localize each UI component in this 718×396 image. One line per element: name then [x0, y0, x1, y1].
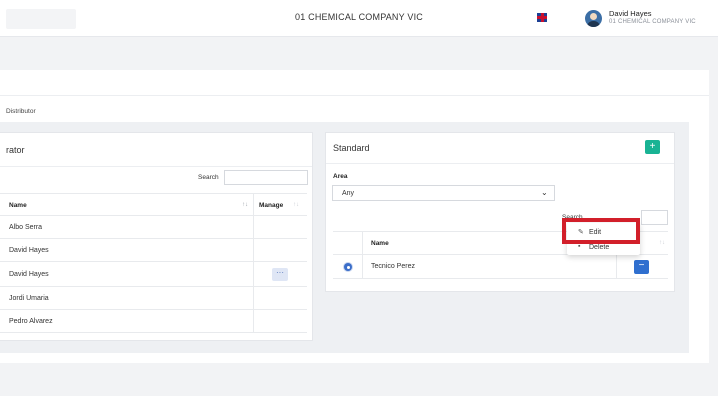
panel-title: rator — [6, 145, 25, 155]
divider — [0, 166, 312, 167]
table-row[interactable]: Jordi Umaria — [0, 287, 307, 310]
divider — [326, 163, 674, 164]
sort-icon[interactable]: ↑↓ — [242, 202, 248, 208]
operator-name: David Hayes — [9, 247, 49, 254]
column-header-name[interactable]: Name — [9, 202, 27, 209]
sort-icon[interactable]: ↑↓ — [659, 240, 665, 246]
table-row[interactable]: Tecnico Perez − — [333, 255, 668, 279]
operator-name: Pedro Alvarez — [9, 318, 53, 325]
table-row[interactable]: David Hayes ··· — [0, 262, 307, 287]
table-row[interactable]: Albo Serra — [0, 216, 307, 239]
top-bar: 01 CHEMICAL COMPANY VIC David Hayes 01 C… — [0, 0, 718, 37]
divider — [0, 95, 709, 96]
user-company: 01 CHEMICAL COMPANY VIC — [609, 19, 696, 25]
standard-search-input[interactable] — [641, 210, 668, 225]
highlight-annotation — [562, 218, 640, 244]
add-button[interactable]: + — [645, 140, 660, 154]
sort-icon[interactable]: ↑↓ — [293, 202, 299, 208]
operator-search-input[interactable] — [224, 170, 308, 185]
breadcrumb[interactable]: Distributor — [6, 108, 36, 115]
remove-button[interactable]: − — [634, 260, 649, 274]
menu-item-label: Delete — [589, 244, 610, 251]
standard-panel: Standard + Area Any ⌄ Search Name ↑↓ Tec… — [325, 132, 675, 292]
operator-name: Jordi Umaria — [9, 295, 49, 302]
operator-panel: rator Search Name ↑↓ Manage ↑↓ Albo Serr… — [0, 132, 313, 341]
panel-title: Standard — [333, 143, 370, 153]
trash-icon: ▪ — [578, 243, 581, 250]
column-header-name[interactable]: Name — [371, 240, 389, 247]
area-label: Area — [333, 173, 348, 180]
table-row[interactable]: David Hayes — [0, 239, 307, 262]
column-header-manage[interactable]: Manage — [259, 202, 283, 209]
area-select-value: Any — [342, 190, 355, 197]
uk-flag-icon[interactable] — [537, 13, 547, 22]
operator-name: David Hayes — [9, 271, 49, 278]
operator-name: Albo Serra — [9, 224, 43, 231]
standard-name: Tecnico Perez — [371, 263, 415, 270]
area-select[interactable]: Any ⌄ — [332, 185, 555, 201]
table-header-row: Name ↑↓ Manage ↑↓ — [0, 193, 307, 216]
chevron-down-icon: ⌄ — [541, 188, 548, 197]
avatar[interactable] — [585, 10, 602, 27]
user-name[interactable]: David Hayes — [609, 9, 652, 18]
search-label: Search — [198, 174, 219, 181]
table-row[interactable]: Pedro Alvarez — [0, 310, 307, 333]
radio-icon[interactable] — [344, 263, 352, 271]
manage-button[interactable]: ··· — [272, 268, 288, 281]
